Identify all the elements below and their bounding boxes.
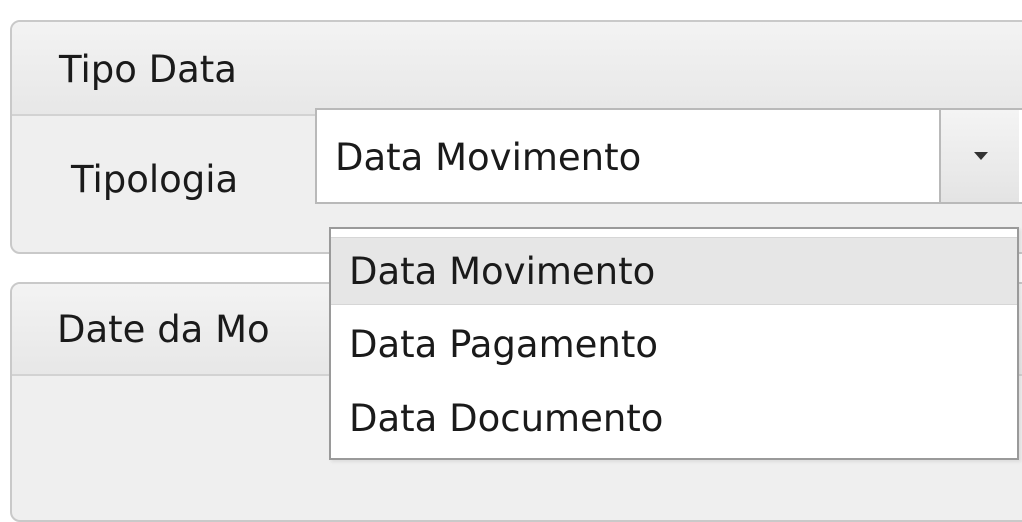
dropdown-item-label: Data Documento (349, 397, 664, 440)
tipologia-dropdown-list: Data Movimento Data Pagamento Data Docum… (329, 227, 1019, 460)
tipo-data-group-header: Tipo Data (12, 22, 1022, 116)
dropdown-item-label: Data Pagamento (349, 323, 658, 366)
dropdown-item-data-documento[interactable]: Data Documento (331, 385, 1017, 453)
chevron-down-icon (974, 152, 988, 160)
date-group-title: Date da Mo (57, 308, 270, 351)
tipo-data-group-title: Tipo Data (59, 48, 237, 91)
dropdown-item-data-movimento[interactable]: Data Movimento (331, 237, 1017, 305)
tipologia-label: Tipologia (71, 158, 239, 201)
tipologia-dropdown-button[interactable] (939, 110, 1019, 202)
tipologia-combobox[interactable]: Data Movimento (315, 108, 1022, 204)
dropdown-item-label: Data Movimento (349, 250, 656, 293)
tipologia-selected-value: Data Movimento (335, 136, 642, 179)
dropdown-item-data-pagamento[interactable]: Data Pagamento (331, 311, 1017, 379)
